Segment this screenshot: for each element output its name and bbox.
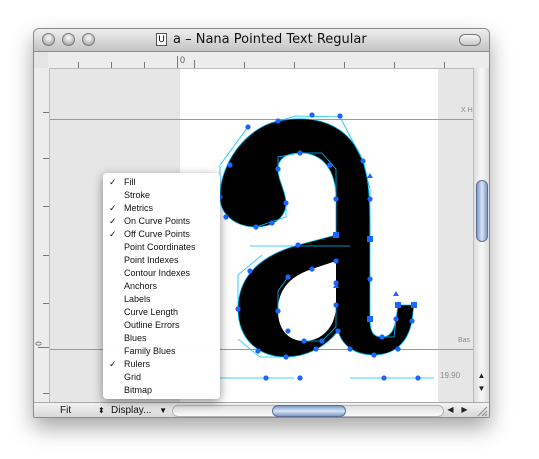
menu-item[interactable]: ✓ Off Curve Points	[103, 228, 220, 241]
menu-item[interactable]: Stroke	[103, 189, 220, 202]
vertical-scroll-thumb[interactable]	[476, 180, 488, 242]
menu-item[interactable]: Anchors	[103, 280, 220, 293]
menu-item-label: Outline Errors	[124, 320, 180, 330]
menu-item[interactable]: Blues	[103, 332, 220, 345]
menu-item-label: Off Curve Points	[124, 229, 190, 239]
menu-item[interactable]: ✓ Fill	[103, 176, 220, 189]
menu-item-label: Curve Length	[124, 307, 179, 317]
glyph-window: U a – Nana Pointed Text Regular 0 0 X H …	[33, 28, 490, 418]
menu-item-label: Rulers	[124, 359, 151, 369]
menu-item-label: Fill	[124, 177, 136, 187]
scroll-down-arrow-icon[interactable]: ▼	[474, 383, 489, 395]
baseline-label: Bas	[458, 337, 471, 344]
x-height-label: X H	[461, 107, 473, 114]
menu-item[interactable]: ✓ Metrics	[103, 202, 220, 215]
menu-item-label: Anchors	[124, 281, 158, 291]
coordinate-readout: 19.90	[440, 371, 461, 380]
scroll-up-arrow-icon[interactable]: ▲	[474, 370, 489, 382]
display-label: Display...	[111, 405, 152, 416]
chevron-down-icon: ▼	[159, 406, 168, 415]
checkmark-icon: ✓	[109, 216, 117, 226]
ruler-origin-label: 0	[180, 55, 186, 65]
vruler-zero-label: 0	[34, 341, 44, 346]
menu-item-label: Labels	[124, 294, 151, 304]
zoom-button[interactable]	[82, 33, 95, 46]
menu-item-label: On Curve Points	[124, 216, 191, 226]
menu-item[interactable]: ✓ Rulers	[103, 358, 220, 371]
menu-item[interactable]: Point Indexes	[103, 254, 220, 267]
vertical-scrollbar[interactable]: ▲ ▼	[473, 68, 489, 402]
display-popup-button[interactable]: Display... ▼	[111, 404, 167, 417]
menu-item-label: Blues	[124, 333, 147, 343]
menu-item[interactable]: Point Coordinates	[103, 241, 220, 254]
menu-item-label: Stroke	[124, 190, 151, 200]
checkmark-icon: ✓	[109, 203, 117, 213]
resize-grip-icon[interactable]	[475, 404, 488, 417]
checkmark-icon: ✓	[109, 359, 117, 369]
checkmark-icon: ✓	[109, 229, 117, 239]
ruler-corner	[34, 52, 49, 69]
horizontal-ruler-ticks	[78, 56, 445, 68]
vertical-ruler[interactable]: 0	[34, 68, 50, 402]
checkmark-icon: ✓	[109, 177, 117, 187]
menu-item-label: Point Indexes	[124, 255, 179, 265]
menu-item-label: Metrics	[124, 203, 153, 213]
toolbar-toggle-button[interactable]	[459, 34, 481, 46]
minimize-button[interactable]	[62, 33, 75, 46]
menu-item-label: Family Blues	[124, 346, 176, 356]
menu-item-label: Bitmap	[124, 385, 153, 395]
close-button[interactable]	[42, 33, 55, 46]
menu-item[interactable]: Labels	[103, 293, 220, 306]
document-icon[interactable]: U	[156, 33, 167, 46]
menu-item-label: Point Coordinates	[124, 242, 196, 252]
vertical-ruler-ticks	[38, 112, 49, 394]
horizontal-scroll-thumb[interactable]	[272, 405, 346, 417]
title-bar[interactable]: U a – Nana Pointed Text Regular	[34, 29, 489, 52]
zoom-label: Fit	[60, 405, 72, 416]
horizontal-ruler[interactable]: 0	[48, 52, 489, 69]
menu-item-label: Grid	[124, 372, 142, 382]
bottom-bar: Fit ⬍ Display... ▼ ◀ ▶	[34, 402, 489, 417]
menu-item[interactable]: Bitmap	[103, 384, 220, 397]
menu-item[interactable]: Grid	[103, 371, 220, 384]
menu-item[interactable]: Family Blues	[103, 345, 220, 358]
menu-item[interactable]: ✓ On Curve Points	[103, 215, 220, 228]
display-menu: ✓ Fill Stroke ✓ Metrics ✓ On Curve Points ✓ Off …	[103, 173, 220, 399]
menu-item[interactable]: Curve Length	[103, 306, 220, 319]
scroll-right-arrow-icon[interactable]: ▶	[457, 404, 472, 416]
zoom-stepper-icon[interactable]: ⬍	[98, 404, 105, 417]
menu-item[interactable]: Contour Indexes	[103, 267, 220, 280]
scroll-left-arrow-icon[interactable]: ◀	[443, 404, 458, 416]
zoom-popup[interactable]: Fit ⬍	[60, 404, 105, 417]
menu-item-label: Contour Indexes	[124, 268, 191, 278]
menu-item[interactable]: Outline Errors	[103, 319, 220, 332]
window-title: a – Nana Pointed Text Regular	[173, 32, 367, 47]
